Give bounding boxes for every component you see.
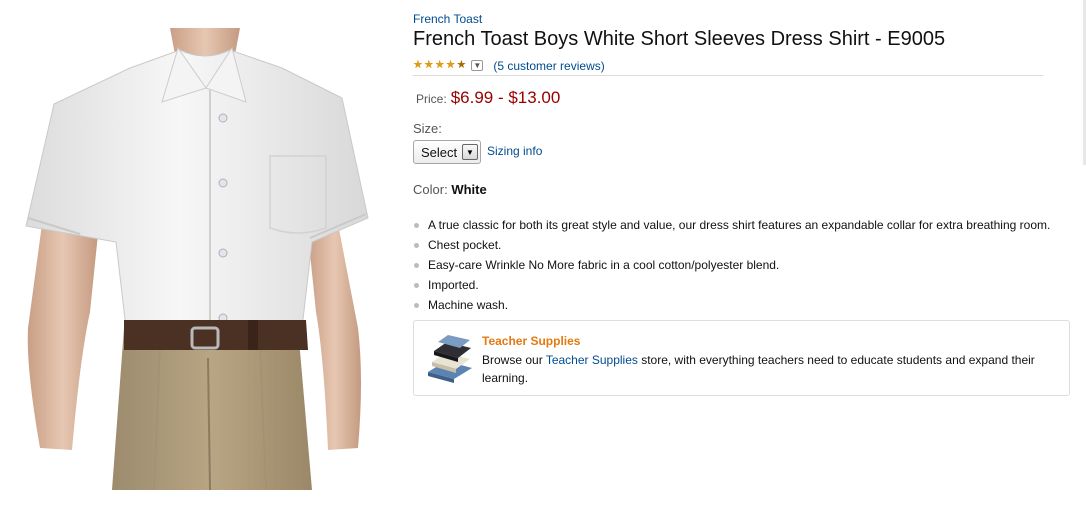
price-value: $6.99 - $13.00 [450,88,561,107]
shirt-photo-illustration [25,28,369,490]
star-icon: ★ [445,59,456,71]
star-icon: ★ [423,59,434,71]
star-rating[interactable]: ★ ★ ★ ★ ★ [413,60,466,71]
sizing-info-link[interactable]: Sizing info [487,144,542,158]
color-row: Color: White [413,182,487,197]
feature-item: Machine wash. [413,295,1050,315]
star-icon: ★ [413,59,423,71]
chevron-down-icon[interactable]: ▼ [471,60,484,71]
feature-item: Easy-care Wrinkle No More fabric in a co… [413,255,1050,275]
size-label: Size: [413,121,442,136]
teacher-supplies-store-link[interactable]: Teacher Supplies [546,353,638,367]
price-row: Price: $6.99 - $13.00 [416,88,560,108]
dropdown-arrow-icon: ▼ [462,144,478,160]
feature-item: Chest pocket. [413,235,1050,255]
size-dropdown[interactable]: Select ▼ [413,140,481,164]
promo-description: Browse our Teacher Supplies store, with … [482,351,1062,387]
half-star-icon: ★ [456,59,467,71]
price-label: Price: [416,92,447,106]
product-image[interactable] [20,28,380,490]
promo-box: Teacher Supplies Browse our Teacher Supp… [413,320,1070,396]
star-icon: ★ [434,59,445,71]
divider [413,75,1043,76]
stacked-books-icon[interactable] [424,332,476,384]
promo-text-before: Browse our [482,353,546,367]
feature-list: A true classic for both its great style … [413,215,1050,315]
feature-item: A true classic for both its great style … [413,215,1050,235]
customer-reviews-link[interactable]: (5 customer reviews) [493,59,604,73]
rating-row: ★ ★ ★ ★ ★ ▼ (5 customer reviews) [413,58,605,73]
brand-link[interactable]: French Toast [413,12,482,26]
feature-item: Imported. [413,275,1050,295]
color-label: Color: [413,182,448,197]
color-value: White [451,182,487,197]
promo-title-link[interactable]: Teacher Supplies [482,334,580,348]
size-dropdown-value: Select [421,144,458,160]
product-title: French Toast Boys White Short Sleeves Dr… [413,28,946,50]
